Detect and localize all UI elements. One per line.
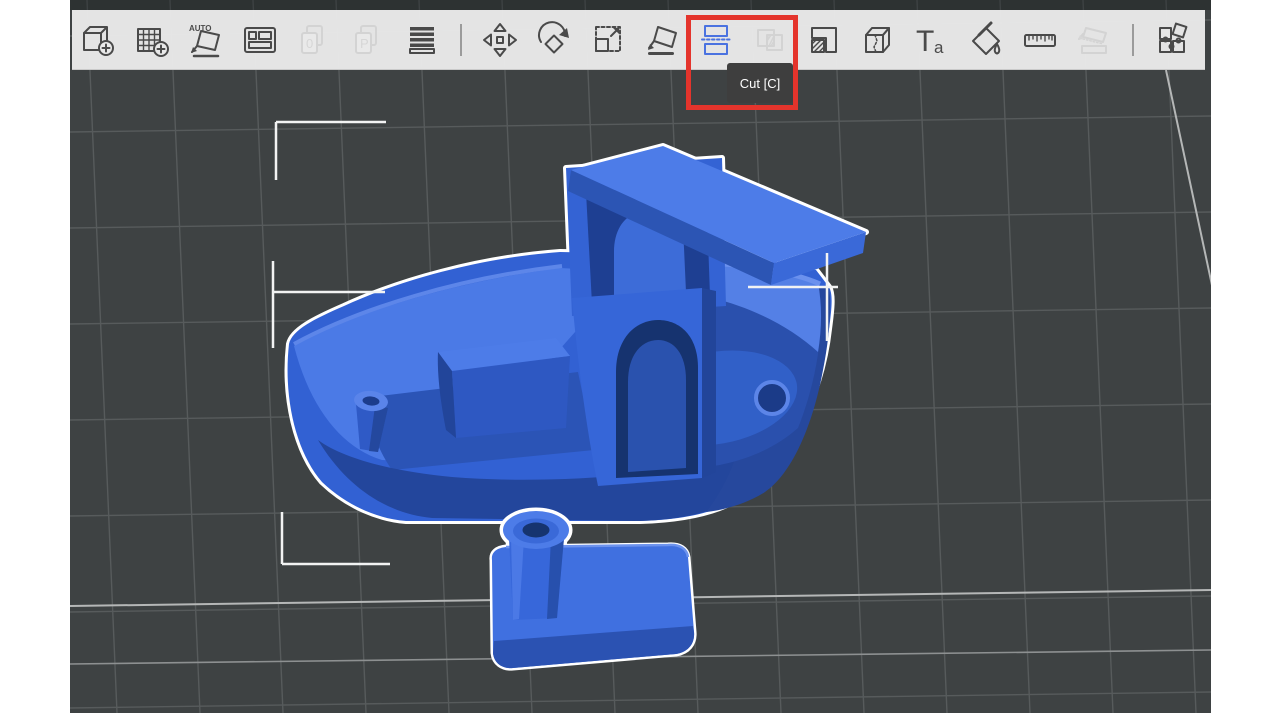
split-to-parts-button: P <box>348 20 388 60</box>
build-plate-scene <box>70 0 1211 713</box>
color-painting-button[interactable] <box>966 20 1006 60</box>
auto-orient-icon: AUTO <box>186 20 226 60</box>
benchy-model[interactable] <box>288 146 866 521</box>
rotate-icon <box>534 20 574 60</box>
cut-button[interactable] <box>696 20 736 60</box>
scale-button[interactable] <box>588 20 628 60</box>
move-button[interactable] <box>480 20 520 60</box>
flatten-button <box>1074 20 1114 60</box>
split-to-objects-icon: 0 <box>294 20 334 60</box>
measure-icon <box>1020 20 1060 60</box>
svg-text:T: T <box>916 25 934 58</box>
arrange-button[interactable] <box>240 20 280 60</box>
cabin-wall <box>572 288 716 486</box>
seam-painting-icon <box>858 20 898 60</box>
add-plate-button[interactable] <box>132 20 172 60</box>
scale-icon <box>588 20 628 60</box>
measure-button[interactable] <box>1020 20 1060 60</box>
split-to-parts-icon: P <box>348 20 388 60</box>
add-plate-icon <box>132 20 172 60</box>
cut-icon <box>696 20 736 60</box>
text-tool-icon: T a <box>912 20 952 60</box>
deck-box <box>438 338 570 438</box>
text-tool-button[interactable]: T a <box>912 20 952 60</box>
seam-painting-button[interactable] <box>858 20 898 60</box>
place-on-face-button[interactable] <box>642 20 682 60</box>
viewport-top-strip <box>70 0 1211 10</box>
cut-tooltip-label: Cut [C] <box>740 76 780 91</box>
mesh-boolean-button <box>750 20 790 60</box>
chimney-part[interactable] <box>492 510 694 668</box>
place-on-face-icon <box>642 20 682 60</box>
variable-layer-height-button[interactable] <box>402 20 442 60</box>
arrange-icon <box>240 20 280 60</box>
toolbar-separator <box>460 24 462 56</box>
split-to-objects-button: 0 <box>294 20 334 60</box>
main-toolbar: AUTO 0 <box>72 10 1205 70</box>
add-object-button[interactable] <box>78 20 118 60</box>
svg-text:a: a <box>934 38 944 57</box>
porthole <box>756 382 788 414</box>
move-icon <box>480 20 520 60</box>
viewport[interactable]: AUTO 0 <box>70 0 1211 713</box>
flatten-icon <box>1074 20 1114 60</box>
toolbar-separator <box>1132 24 1134 56</box>
assembly-view-button[interactable] <box>1152 20 1192 60</box>
auto-orient-button[interactable]: AUTO <box>186 20 226 60</box>
cut-tooltip: Cut [C] <box>727 63 793 103</box>
add-object-icon <box>78 20 118 60</box>
svg-text:0: 0 <box>306 36 313 51</box>
rotate-button[interactable] <box>534 20 574 60</box>
app-window: { "app": { "description": "3D slicer vie… <box>0 0 1280 720</box>
color-painting-icon <box>966 20 1006 60</box>
assembly-view-icon <box>1152 20 1192 60</box>
mesh-boolean-icon <box>750 20 790 60</box>
svg-text:P: P <box>360 36 369 51</box>
support-painting-icon <box>804 20 844 60</box>
variable-layer-height-icon <box>402 20 442 60</box>
support-painting-button[interactable] <box>804 20 844 60</box>
